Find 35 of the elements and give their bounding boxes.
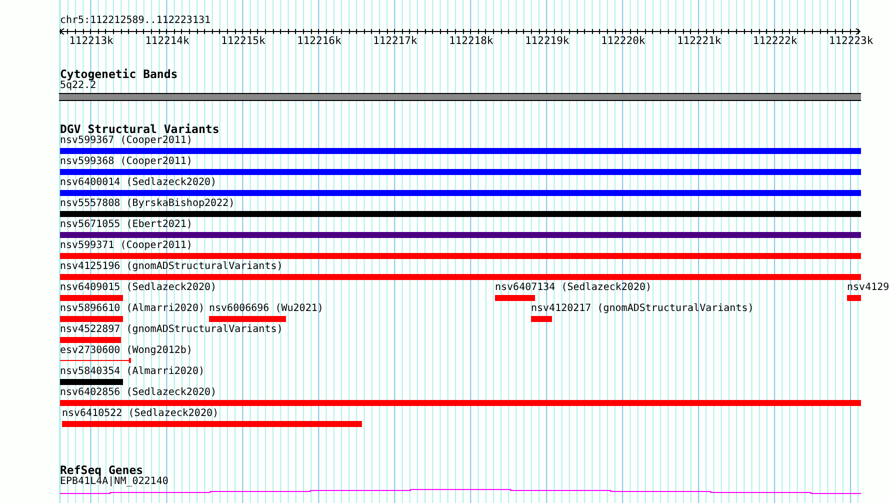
variant-label: nsv6006696 (Wu2021) [209, 303, 324, 315]
variant-label: nsv5671055 (Ebert2021) [60, 219, 192, 231]
tick-label: 112216k [297, 35, 342, 47]
tick-label: 112223k [828, 35, 874, 47]
variant-label: nsv599368 (Cooper2011) [60, 156, 192, 168]
tick-label: 112220k [600, 35, 646, 47]
variant-label: nsv599371 (Cooper2011) [60, 240, 192, 252]
track-title: DGV Structural Variants [60, 123, 220, 135]
band-label: 5q22.2 [60, 80, 96, 92]
tick-label: 112222k [752, 35, 798, 47]
variant-label: nsv5840354 (Almarri2020) [60, 366, 204, 378]
variant-label: nsv4120217 (gnomADStructuralVariants) [531, 303, 754, 315]
variant-label: nsv6409015 (Sedlazeck2020) [60, 282, 217, 294]
variant-label: nsv4522897 (gnomADStructuralVariants) [60, 324, 283, 336]
tick-label: 112218k [449, 35, 494, 47]
track-title: Cytogenetic Bands [60, 68, 179, 80]
variant-label: nsv5557808 (ByrskaBishop2022) [60, 198, 235, 210]
variant-label: nsv6407134 (Sedlazeck2020) [494, 282, 652, 294]
tick-label: 112215k [221, 35, 266, 47]
tick-label: 112213k [69, 35, 114, 47]
tick-label: 112219k [524, 35, 570, 47]
tick-label: 112214k [145, 35, 190, 47]
track-title: RefSeq Genes [60, 464, 144, 476]
variant-label: nsv599367 (Cooper2011) [60, 135, 192, 147]
variant-label: nsv5896610 (Almarri2020) [60, 303, 204, 315]
variant-label: nsv6402856 (Sedlazeck2020) [60, 387, 217, 399]
locus-text: chr5:112212589..112223131 [60, 15, 212, 27]
gene-label: EPB41L4A|NM_022140 [60, 476, 170, 488]
tick-label: 112217k [373, 35, 418, 47]
variant-label: esv2730600 (Wong2012b) [60, 345, 192, 357]
variant-label: nsv4129 [847, 282, 890, 294]
variant-label: nsv4125196 (gnomADStructuralVariants) [60, 261, 283, 273]
variant-label: nsv6410522 (Sedlazeck2020) [62, 408, 219, 420]
tick-label: 112221k [676, 35, 722, 47]
variant-label: nsv6400014 (Sedlazeck2020) [60, 177, 217, 189]
